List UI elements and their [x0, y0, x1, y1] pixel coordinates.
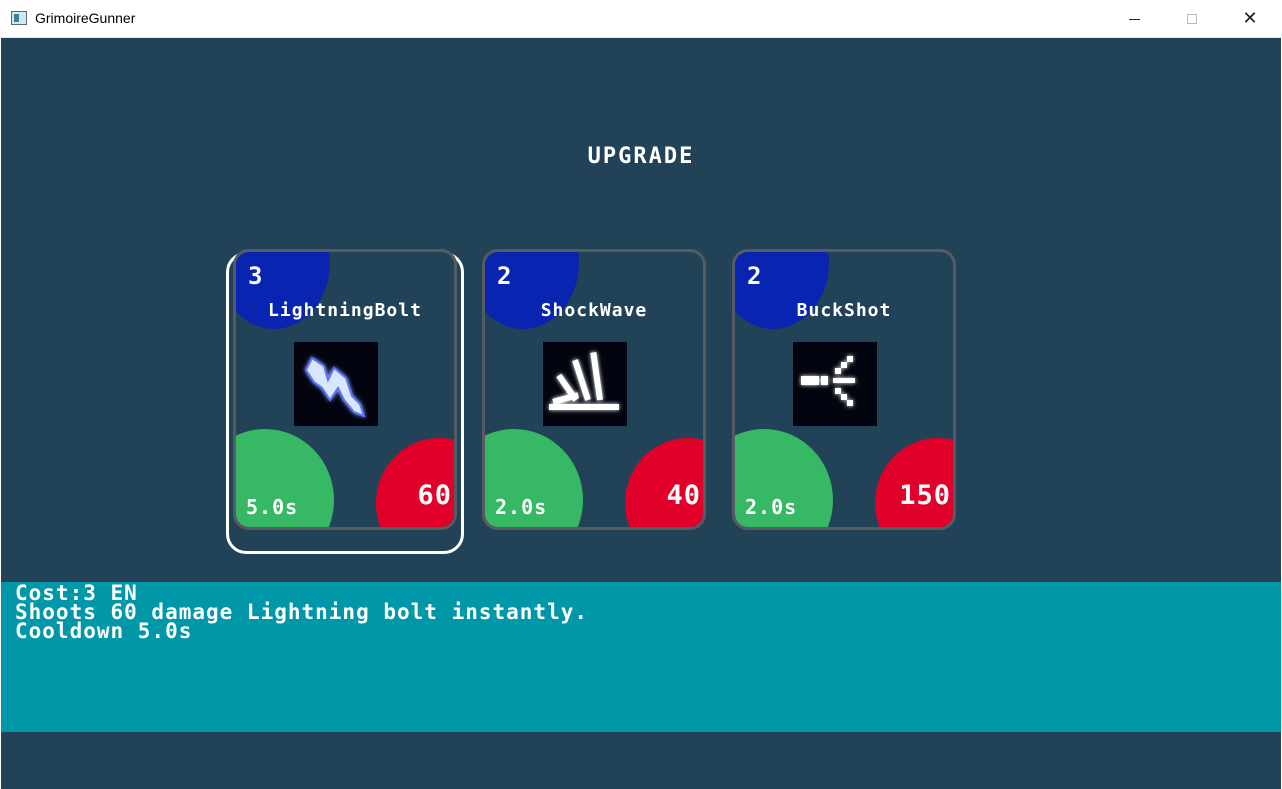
app-icon — [11, 11, 27, 25]
card-damage: 40 — [666, 480, 701, 511]
card-buckshot[interactable]: 2 BuckShot 2.0s 150 — [732, 249, 956, 530]
close-icon: ✕ — [1242, 8, 1258, 29]
card-cooldown: 2.0s — [745, 495, 798, 519]
minimize-icon — [1128, 18, 1140, 20]
card-cost: 2 — [497, 262, 512, 290]
window-titlebar: GrimoireGunner ✕ — [0, 0, 1282, 38]
card-lightningbolt[interactable]: 3 LightningBolt 5.0s 60 — [233, 249, 457, 530]
card-damage: 60 — [417, 480, 452, 511]
upgrade-heading: UPGRADE — [587, 144, 695, 169]
card-name: LightningBolt — [268, 300, 422, 321]
window-title: GrimoireGunner — [35, 10, 136, 26]
card-cooldown: 2.0s — [495, 495, 548, 519]
minimize-button[interactable] — [1105, 0, 1163, 38]
maximize-icon — [1187, 14, 1197, 24]
card-name: ShockWave — [540, 300, 648, 321]
maximize-button[interactable] — [1163, 0, 1221, 38]
card-shockwave[interactable]: 2 ShockWave 2.0s 40 — [482, 249, 706, 530]
card-cooldown: 5.0s — [246, 495, 299, 519]
game-screen: UPGRADE 3 LightningBolt 5.0s 60 2 ShockW… — [1, 38, 1281, 789]
card-damage: 150 — [899, 480, 951, 511]
shockwave-icon — [543, 342, 627, 426]
card-cost: 2 — [747, 262, 762, 290]
lightning-icon — [294, 342, 378, 426]
buckshot-icon — [793, 342, 877, 426]
description-cooldown: Cooldown 5.0s — [15, 619, 193, 643]
description-panel: Cost:3 EN Shoots 60 damage Lightning bol… — [1, 582, 1281, 732]
card-cost: 3 — [248, 262, 263, 290]
card-name: BuckShot — [796, 300, 892, 321]
close-button[interactable]: ✕ — [1221, 0, 1279, 38]
